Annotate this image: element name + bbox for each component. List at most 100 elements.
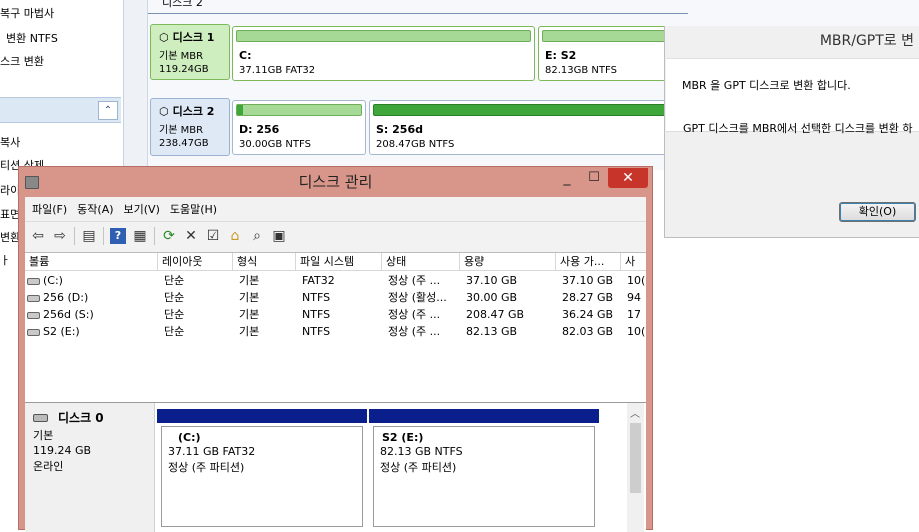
table-cell: NTFS <box>296 289 382 306</box>
minimize-icon[interactable]: _ <box>554 171 580 189</box>
search-icon[interactable]: ⌕ <box>246 225 268 247</box>
col-free-space[interactable]: 사용 가... <box>556 253 621 271</box>
table-cell: 256 (D:) <box>25 289 158 306</box>
col-status[interactable]: 상태 <box>382 253 460 271</box>
volume-icon <box>27 277 40 285</box>
table-cell: 정상 (주 ... <box>382 306 460 323</box>
check-icon[interactable]: ☑ <box>202 225 224 247</box>
menu-file[interactable]: 파일(F) <box>27 197 72 219</box>
cell-text: 37.10 GB <box>466 274 518 287</box>
partition-info: 82.13 GB NTFS <box>380 445 463 458</box>
partition-block-c[interactable]: (C:) 37.11 GB FAT32 정상 (주 파티션) <box>157 409 367 527</box>
menu-action[interactable]: 동작(A) <box>72 197 118 219</box>
back-arrow-icon[interactable]: ⇦ <box>27 225 49 247</box>
disk-1-card[interactable]: ⬡ 디스크 1 기본 MBR 119.24GB <box>150 24 230 80</box>
menu-help[interactable]: 도움말(H) <box>165 197 222 219</box>
partition-c[interactable]: C: 37.11GB FAT32 <box>232 26 535 81</box>
partition-body: (C:) 37.11 GB FAT32 정상 (주 파티션) <box>161 426 363 527</box>
disk-0-card[interactable]: 디스크 0 기본 119.24 GB 온라인 <box>25 403 155 532</box>
collapse-chevron-icon[interactable]: ⌃ <box>98 101 118 120</box>
cell-text: 기본 <box>239 274 260 287</box>
op-copy[interactable]: 복사 <box>0 134 20 150</box>
table-row[interactable]: 256 (D:) 단순 기본 NTFS 정상 (활성... 30.00 GB 28.27 G… <box>25 289 646 306</box>
disk-map-title: 디스크 2 <box>148 0 688 14</box>
settings-icon[interactable]: ▣ <box>268 225 290 247</box>
partition-bar <box>369 409 599 423</box>
window-content: 파일(F) 동작(A) 보기(V) 도움말(H) ⇦ ⇨ ▤ ? ▦ ⟳ ✕ ☑… <box>25 197 646 532</box>
cell-text: 단순 <box>164 274 185 287</box>
cell-text: S2 (E:) <box>43 325 80 338</box>
table-cell: 28.27 GB <box>556 289 621 306</box>
table-cell: 82.03 GB <box>556 323 621 340</box>
partition-info: 30.00GB NTFS <box>239 139 311 150</box>
menu-view[interactable]: 보기(V) <box>119 197 165 219</box>
close-icon[interactable]: ✕ <box>608 168 648 188</box>
disk-2-card[interactable]: ⬡ 디스크 2 기본 MBR 238.47GB <box>150 98 230 156</box>
mbr-gpt-dialog: MBR/GPT로 변 MBR 을 GPT 디스크로 변환 합니다. GPT 디스… <box>664 26 919 238</box>
col-filesystem[interactable]: 파일 시스템 <box>296 253 382 271</box>
partition-status: 정상 (주 파티션) <box>380 461 457 474</box>
disk-icon: ⬡ <box>159 30 169 44</box>
delete-icon[interactable]: ✕ <box>180 225 202 247</box>
table-cell: 94 <box>621 289 646 306</box>
forward-arrow-icon[interactable]: ⇨ <box>49 225 71 247</box>
disk-type: 기본 MBR <box>159 51 204 62</box>
partition-s[interactable]: S: 256d 208.47GB NTFS <box>369 100 678 155</box>
partition-info: 82.13GB NTFS <box>545 65 617 76</box>
op-convert-ntfs[interactable]: 변환 NTFS <box>6 30 58 46</box>
disk-size: 119.24 GB <box>33 444 92 457</box>
toolbar: ⇦ ⇨ ▤ ? ▦ ⟳ ✕ ☑ ⌂ ⌕ ▣ <box>25 221 646 249</box>
scroll-thumb[interactable] <box>630 423 641 493</box>
partition-info: 37.11GB FAT32 <box>239 65 316 76</box>
col-percent[interactable]: 사 <box>621 253 646 271</box>
scroll-up-icon[interactable]: ︿ <box>630 405 640 420</box>
partition-block-e[interactable]: S2 (E:) 82.13 GB NTFS 정상 (주 파티션) <box>369 409 599 527</box>
properties-icon[interactable]: ▦ <box>129 225 151 247</box>
table-row[interactable]: 256d (S:) 단순 기본 NTFS 정상 (주 ... 208.47 GB 36.24… <box>25 306 646 323</box>
usage-bar <box>542 30 674 42</box>
cell-text: 단순 <box>164 308 185 321</box>
disk-type: 기본 <box>33 429 54 442</box>
cell-text: 82.13 GB <box>466 325 518 338</box>
ok-button[interactable]: 확인(O) <box>839 202 916 222</box>
volume-icon <box>27 311 40 319</box>
table-cell: 17 <box>621 306 646 323</box>
partition-e[interactable]: E: S2 82.13GB NTFS <box>538 26 678 81</box>
op-convert-disk[interactable]: 스크 변환 <box>0 53 44 69</box>
table-cell: FAT32 <box>296 272 382 289</box>
col-volume[interactable]: 볼륨 <box>25 253 158 271</box>
col-type[interactable]: 형식 <box>233 253 296 271</box>
table-cell: 36.24 GB <box>556 306 621 323</box>
table-header: 볼륨 레이아웃 형식 파일 시스템 상태 용량 사용 가... 사 <box>25 253 646 271</box>
op-recovery-wizard[interactable]: 복구 마법사 <box>0 5 54 21</box>
table-row[interactable]: (C:) 단순 기본 FAT32 정상 (주 ... 37.10 GB 37.10 GB 10… <box>25 272 646 289</box>
cell-text: 17 <box>627 308 641 321</box>
cell-text: 94 <box>627 291 641 304</box>
toolbar-separator <box>154 226 155 245</box>
cell-text: 단순 <box>164 291 185 304</box>
open-folder-icon[interactable]: ⌂ <box>224 225 246 247</box>
op-item-2[interactable]: ㅏ <box>0 252 10 268</box>
cell-text: 10( <box>627 274 646 287</box>
vertical-scrollbar[interactable] <box>124 0 148 170</box>
partition-info: 208.47GB NTFS <box>376 139 455 150</box>
table-row[interactable]: S2 (E:) 단순 기본 NTFS 정상 (주 ... 82.13 GB 82.03 GB… <box>25 323 646 340</box>
table-cell: 37.10 GB <box>556 272 621 289</box>
help-icon[interactable]: ? <box>110 227 126 244</box>
col-layout[interactable]: 레이아웃 <box>158 253 233 271</box>
dialog-description: GPT 디스크를 MBR에서 선택한 디스크를 변환 하 <box>683 122 913 135</box>
partition-name: C: <box>239 49 252 62</box>
vertical-scrollbar[interactable]: ︿ <box>627 403 644 532</box>
disk-size: 238.47GB <box>159 138 209 149</box>
table-cell: 정상 (주 ... <box>382 272 460 289</box>
cell-text: 256d (S:) <box>43 308 94 321</box>
volume-icon <box>27 294 40 302</box>
maximize-icon[interactable]: ☐ <box>581 171 607 189</box>
cell-text: NTFS <box>302 308 331 321</box>
refresh-icon[interactable]: ⟳ <box>158 225 180 247</box>
console-tree-icon[interactable]: ▤ <box>78 225 100 247</box>
table-cell: 10( <box>621 323 646 340</box>
partition-name: E: S2 <box>545 49 577 62</box>
partition-d[interactable]: D: 256 30.00GB NTFS <box>232 100 366 155</box>
col-capacity[interactable]: 용량 <box>460 253 556 271</box>
